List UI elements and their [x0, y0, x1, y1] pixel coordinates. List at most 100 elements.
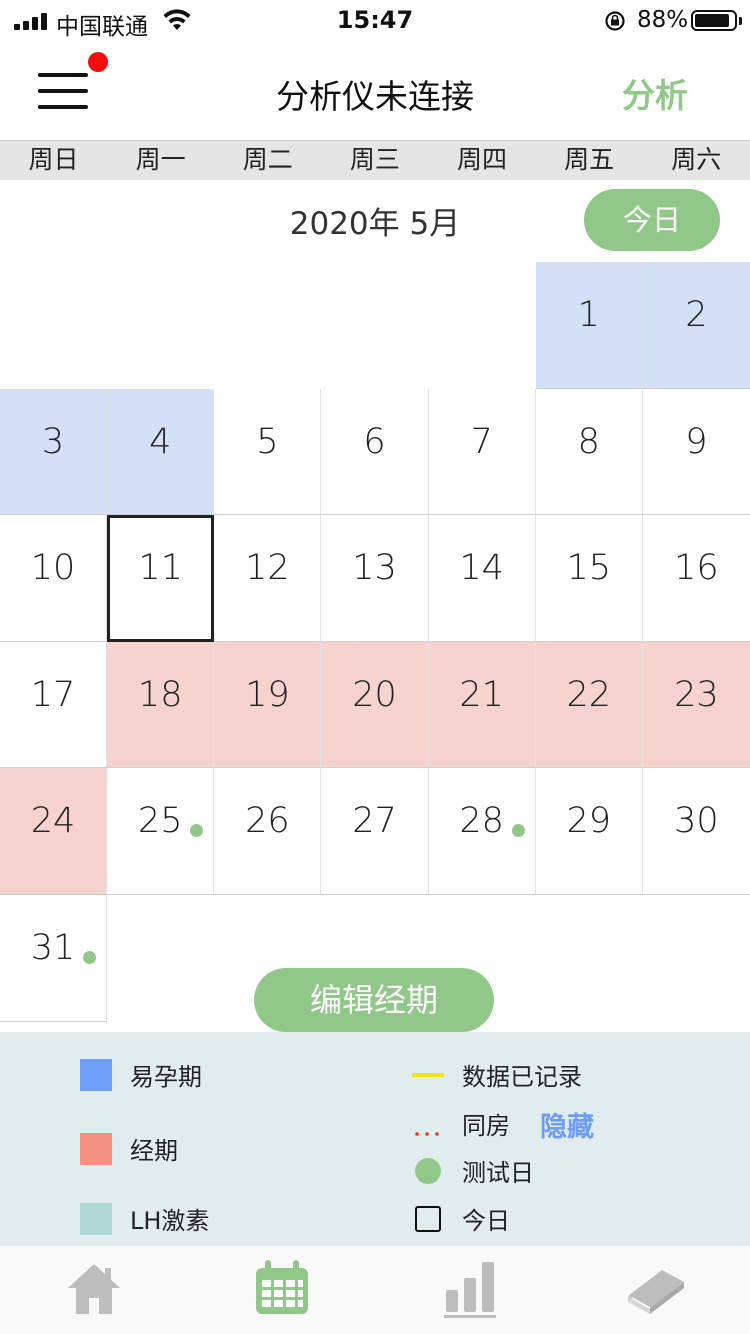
calendar-day-cell[interactable]: 1 — [535, 262, 643, 389]
period-swatch — [80, 1132, 112, 1165]
day-number: 9 — [685, 421, 708, 462]
day-number: 4 — [149, 421, 172, 462]
weekday-label: 周一 — [135, 145, 186, 174]
calendar-day-cell[interactable]: 25 — [107, 768, 215, 895]
legend-period: 经期 — [80, 1131, 178, 1166]
calendar-day-cell[interactable]: 9 — [642, 389, 750, 516]
day-number: 13 — [352, 548, 397, 589]
legend-label: 经期 — [130, 1137, 178, 1165]
legend-label: 同房 — [462, 1112, 510, 1140]
calendar-day-cell[interactable]: 29 — [535, 768, 643, 895]
day-number: 20 — [352, 674, 397, 715]
legend-label: LH激素 — [130, 1207, 210, 1235]
legend-label: 测试日 — [462, 1159, 534, 1187]
weekday-label: 周五 — [564, 145, 615, 174]
legend-label: 易孕期 — [130, 1063, 202, 1091]
day-number: 7 — [470, 421, 493, 462]
weekday-label: 周日 — [28, 145, 79, 174]
calendar-day-cell[interactable]: 23 — [642, 641, 750, 769]
calendar-day-cell[interactable]: 12 — [214, 515, 322, 642]
day-number: 30 — [674, 801, 719, 842]
app-header: 分析仪未连接 分析 — [0, 42, 750, 140]
legend-recorded: 数据已记录 — [412, 1057, 582, 1092]
calendar-day-cell[interactable]: 5 — [214, 388, 322, 516]
calendar-day-cell[interactable]: 2 — [642, 262, 750, 389]
calendar-day-cell[interactable]: 3 — [0, 388, 108, 516]
legend-label: 数据已记录 — [462, 1063, 582, 1091]
test-dot-icon — [415, 1157, 441, 1184]
calendar-day-cell[interactable]: 7 — [428, 388, 536, 516]
calendar-day-cell[interactable]: 14 — [428, 515, 536, 642]
calendar-day-cell[interactable]: 18 — [107, 641, 215, 769]
test-day-dot — [83, 951, 96, 964]
day-number: 16 — [674, 548, 719, 589]
calendar-day-cell[interactable]: 11 — [107, 515, 215, 642]
calendar-day-cell[interactable]: 30 — [642, 768, 750, 895]
weekday-label: 周三 — [349, 145, 400, 174]
rotation-lock-icon — [605, 11, 625, 31]
weekday-label: 周四 — [457, 145, 508, 174]
day-number: 29 — [566, 801, 612, 842]
calendar-day-cell[interactable]: 19 — [214, 641, 322, 769]
fertile-swatch — [80, 1058, 112, 1091]
calendar-day-cell[interactable]: 22 — [535, 641, 643, 769]
battery-percent: 88% — [637, 7, 689, 33]
calendar-day-cell[interactable]: 13 — [321, 515, 429, 642]
legend-label: 今日 — [462, 1207, 510, 1235]
calendar-day-cell[interactable]: 15 — [535, 515, 643, 642]
day-number: 18 — [137, 674, 183, 715]
day-number: 19 — [245, 674, 290, 715]
calendar-day-cell[interactable]: 6 — [321, 388, 429, 516]
day-number: 8 — [577, 421, 600, 462]
calendar-day-cell[interactable]: 31 — [0, 895, 108, 1022]
today-button[interactable]: 今日 — [584, 189, 720, 251]
analyze-button[interactable]: 分析 — [610, 69, 700, 117]
calendar-day-cell[interactable]: 21 — [428, 641, 536, 769]
test-day-dot — [190, 824, 204, 838]
home-icon[interactable] — [62, 1256, 126, 1320]
hide-toggle[interactable]: 隐藏 — [540, 1105, 594, 1144]
book-icon[interactable] — [624, 1256, 688, 1320]
recorded-line-icon — [412, 1072, 444, 1077]
calendar-day-cell[interactable]: 27 — [321, 768, 429, 895]
dotted-line-icon — [415, 1131, 439, 1136]
legend-fertile: 易孕期 — [80, 1057, 202, 1092]
day-number: 2 — [685, 295, 708, 335]
notification-dot — [88, 52, 108, 72]
calendar-day-cell[interactable]: 26 — [214, 768, 322, 895]
today-box-icon — [415, 1205, 441, 1232]
legend-test-day: 测试日 — [412, 1153, 534, 1188]
day-number: 26 — [245, 801, 290, 842]
weekday-label: 周二 — [242, 145, 293, 174]
tab-bar — [0, 1246, 750, 1334]
day-number: 25 — [137, 801, 183, 842]
edit-period-button[interactable]: 编辑经期 — [254, 968, 494, 1032]
day-number: 1 — [577, 295, 600, 335]
day-number: 21 — [459, 674, 504, 715]
day-number: 31 — [30, 928, 76, 968]
day-number: 22 — [566, 674, 612, 715]
day-number: 5 — [256, 421, 279, 462]
chart-icon[interactable] — [438, 1256, 502, 1320]
calendar-day-cell[interactable]: 4 — [107, 388, 215, 516]
calendar-day-cell[interactable]: 24 — [0, 768, 108, 895]
day-number: 12 — [245, 548, 290, 589]
calendar-day-cell[interactable]: 16 — [642, 515, 750, 642]
legend-lh: LH激素 — [80, 1201, 209, 1236]
day-number: 15 — [566, 548, 612, 589]
day-number: 28 — [459, 801, 504, 842]
calendar-day-cell[interactable]: 10 — [0, 515, 108, 642]
day-number: 24 — [30, 801, 76, 842]
weekday-header: 周日 周一 周二 周三 周四 周五 周六 — [0, 140, 750, 180]
day-number: 14 — [459, 548, 504, 589]
legend-today: 今日 — [412, 1201, 510, 1236]
day-number: 17 — [30, 674, 76, 715]
calendar-day-cell[interactable]: 17 — [0, 641, 108, 769]
calendar-day-cell[interactable]: 28 — [428, 768, 536, 895]
calendar-day-cell[interactable]: 20 — [321, 641, 429, 769]
status-bar: 中国联通 15:47 88% — [0, 0, 750, 42]
calendar-day-cell[interactable]: 8 — [535, 388, 643, 516]
day-number: 27 — [352, 801, 397, 842]
day-number: 11 — [138, 548, 183, 589]
calendar-icon[interactable] — [250, 1256, 314, 1320]
